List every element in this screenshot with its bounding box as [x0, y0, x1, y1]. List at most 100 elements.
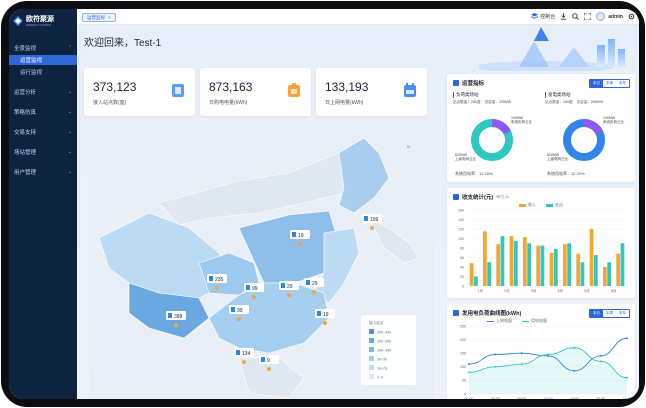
ops-left-pct-b: 820MW 上级电网占比: [455, 153, 476, 161]
x-tick-label: 1月: [478, 288, 484, 293]
bar[interactable]: [473, 276, 478, 287]
sidebar-item-users[interactable]: 用户管理 ⌄: [9, 167, 77, 177]
data-point[interactable]: [626, 337, 628, 340]
bar[interactable]: [620, 243, 625, 286]
sidebar-item-overview[interactable]: 全景监视 ⌃: [9, 43, 77, 53]
sidebar-item-label: 场站管理: [14, 150, 37, 156]
marker-dot: [242, 360, 246, 364]
ops-indicators-panel: 运营指标 本日 本周 本年 负荷类场站 站点数量：285座 总容量：285MW 发…: [447, 74, 635, 182]
sidebar-item-label: 用户管理: [14, 170, 37, 176]
bar[interactable]: [589, 229, 594, 286]
data-point[interactable]: [520, 363, 523, 366]
avatar: [596, 12, 606, 21]
data-point[interactable]: [494, 353, 497, 356]
sidebar-item-trading[interactable]: 交易支持 ⌄: [9, 127, 77, 137]
bar[interactable]: [603, 267, 607, 286]
ops-right-footer: 系统用电率：12.20%: [547, 171, 585, 176]
ops-right-pct-a: 100MW 系统负荷占比: [603, 116, 624, 124]
map-legend-swatch: [369, 374, 374, 379]
y-tick-label: 0: [464, 392, 466, 396]
marker-station-icon: [292, 232, 296, 237]
bar[interactable]: [500, 236, 505, 286]
sidebar-item-label: 运营分析: [14, 90, 37, 96]
data-point[interactable]: [626, 376, 628, 379]
y-tick-label: 50: [462, 379, 466, 383]
tab-ops-monitor[interactable]: 运营监视 ×: [82, 13, 116, 22]
search-icon[interactable]: [572, 13, 580, 20]
control-console-button[interactable]: 控制台: [531, 13, 555, 20]
bar[interactable]: [576, 253, 581, 286]
chevron-down-icon: ⌄: [67, 89, 72, 95]
stat-value: 373,123: [93, 80, 137, 94]
bar[interactable]: [496, 244, 501, 286]
sidebar-subitem-ops-monitor[interactable]: 运营监视: [9, 55, 77, 65]
stat-card-purchase: 873,163 日购电电量(kWh): [200, 68, 311, 116]
sidebar-item-simulation[interactable]: 策略仿真 ⌄: [9, 107, 77, 117]
data-point[interactable]: [494, 365, 497, 368]
marker-value: 19: [298, 233, 304, 239]
bar[interactable]: [593, 255, 598, 286]
bar[interactable]: [549, 252, 554, 286]
stat-value: 133,193: [325, 80, 369, 94]
map-legend-label: 200~299: [377, 340, 391, 344]
bar[interactable]: [527, 243, 531, 286]
fullscreen-icon[interactable]: [584, 13, 592, 20]
marker-value: 134: [242, 351, 251, 357]
app-subtitle: ENERGY POWER: [26, 22, 51, 27]
chevron-up-icon: ⌃: [67, 45, 72, 51]
bar[interactable]: [536, 245, 541, 286]
marker-value: 29: [287, 284, 293, 290]
gear-icon[interactable]: [628, 13, 635, 20]
y-tick-label: 80: [460, 246, 464, 250]
data-point[interactable]: [520, 352, 523, 355]
user-menu[interactable]: admin: [596, 12, 623, 21]
x-tick-label: 4月: [558, 288, 564, 293]
sidebar: 欧符聚源 ENERGY POWER 全景监视 ⌃ 运营监视 运行监视 运营分析 ⌄ …: [9, 9, 77, 399]
bar[interactable]: [540, 245, 545, 286]
y-tick-label: 40: [460, 265, 464, 269]
map-legend-swatch: [369, 356, 374, 361]
top-bar: 运营监视 × 控制台 admin: [77, 9, 639, 25]
sidebar-item-analysis[interactable]: 运营分析 ⌄: [9, 87, 77, 97]
bar[interactable]: [487, 262, 491, 286]
close-icon[interactable]: ×: [108, 15, 111, 20]
data-point[interactable]: [468, 371, 470, 374]
sidebar-item-stations[interactable]: 场站管理 ⌄: [9, 147, 77, 157]
tab-label: 运营监视: [87, 14, 105, 20]
download-icon[interactable]: [560, 13, 567, 20]
bar[interactable]: [580, 262, 585, 286]
y-tick-label: 0: [462, 284, 464, 288]
chevron-down-icon: ⌄: [67, 109, 72, 115]
data-point[interactable]: [599, 354, 602, 357]
bar[interactable]: [483, 231, 487, 286]
map-legend: 接入站点 300~499 200~299 100~199 30~99 10~29 1~9: [361, 315, 416, 385]
map-legend-label: 10~29: [377, 367, 387, 371]
bar[interactable]: [553, 248, 558, 286]
marker-station-icon: [246, 285, 250, 290]
data-point[interactable]: [599, 360, 602, 363]
ops-donuts: [471, 119, 605, 161]
x-tick-label: 20:00: [596, 397, 605, 399]
calendar-icon: [404, 83, 416, 97]
bar[interactable]: [513, 240, 518, 286]
marker-value: 99: [252, 286, 258, 292]
bar[interactable]: [509, 236, 514, 286]
data-point[interactable]: [573, 346, 576, 349]
data-point[interactable]: [468, 363, 470, 366]
marker-station-icon: [236, 350, 240, 355]
bar[interactable]: [567, 243, 571, 286]
bar[interactable]: [616, 253, 621, 286]
bar[interactable]: [469, 263, 474, 286]
y-tick-label: 100: [458, 237, 464, 241]
bar[interactable]: [607, 262, 611, 286]
marker-station-icon: [209, 276, 213, 281]
sidebar-subitem-run-monitor[interactable]: 运行监视: [9, 67, 77, 77]
sidebar-menu: 全景监视 ⌃ 运营监视 运行监视 运营分析 ⌄ 策略仿真 ⌄ 交易支持 ⌄ 场站管理 ⌄ …: [9, 43, 77, 177]
bar[interactable]: [523, 237, 527, 286]
bar[interactable]: [563, 244, 567, 286]
sidebar-item-label: 策略仿真: [14, 110, 37, 116]
pct-sub: 上级电网占比: [455, 157, 476, 161]
marker-value: 399: [174, 314, 183, 320]
x-tick-label: 5月: [584, 288, 590, 293]
data-point[interactable]: [547, 353, 549, 356]
